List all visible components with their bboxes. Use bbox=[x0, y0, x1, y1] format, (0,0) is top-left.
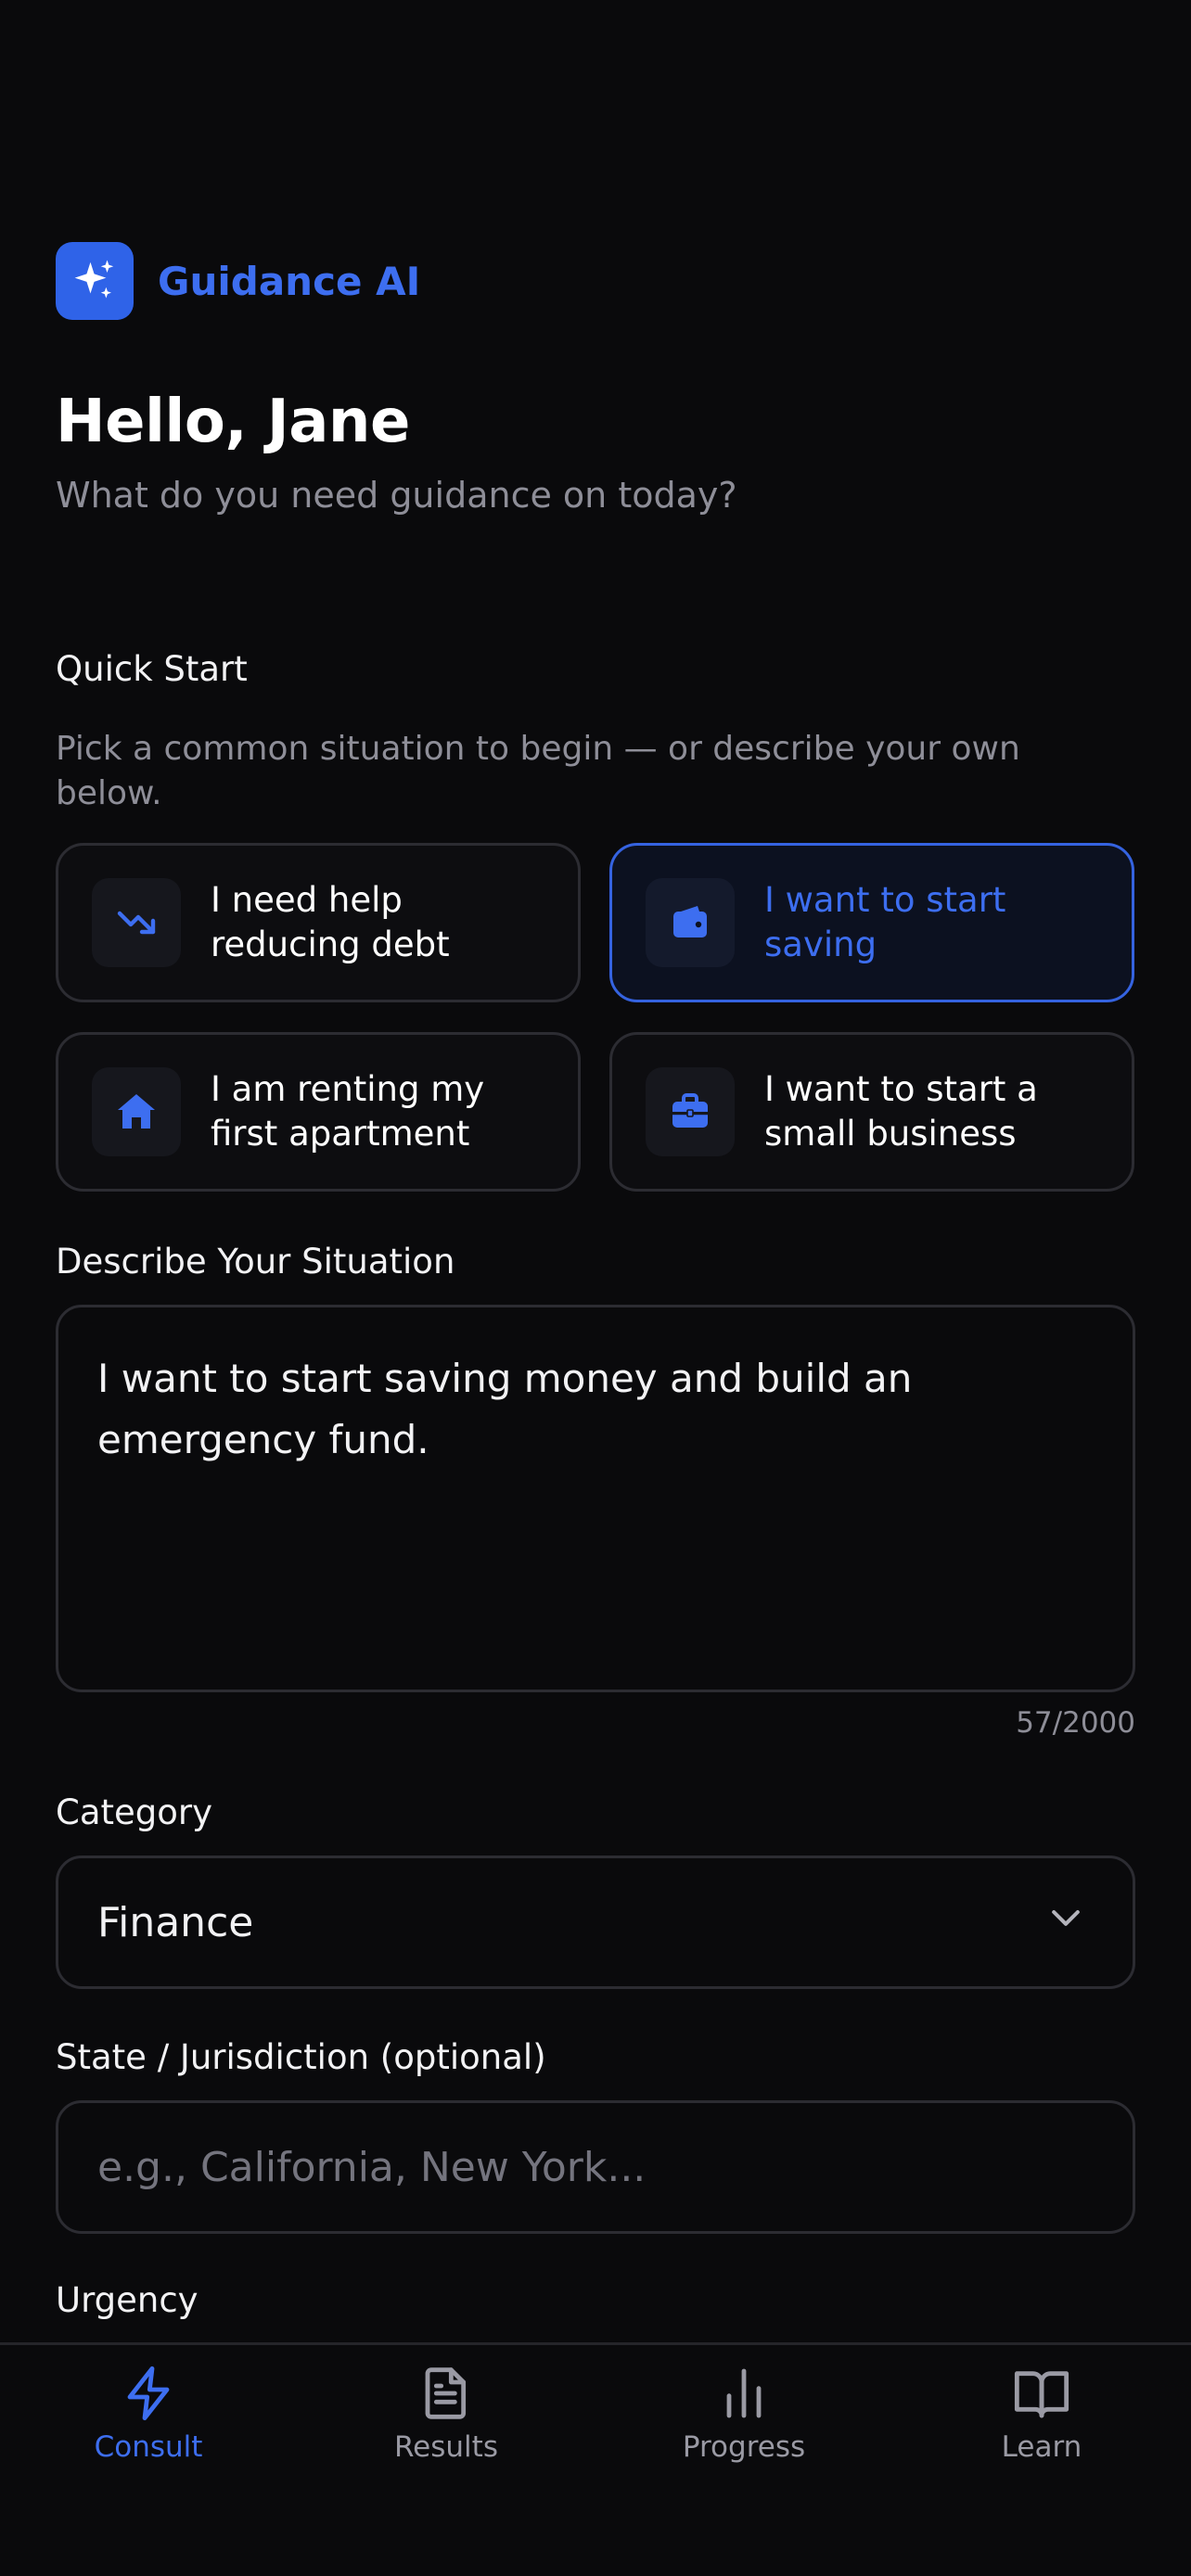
lightning-icon bbox=[127, 2366, 170, 2421]
nav-item-results[interactable]: Results bbox=[335, 2364, 557, 2464]
quick-start-help: Pick a common situation to begin — or de… bbox=[56, 730, 1020, 812]
document-icon bbox=[425, 2367, 467, 2419]
category-select[interactable]: Finance bbox=[56, 1855, 1135, 1989]
situation-textarea[interactable]: I want to start saving money and build a… bbox=[56, 1305, 1135, 1692]
nav-label: Progress bbox=[682, 2430, 806, 2464]
quick-start-option-label: I am renting my first apartment bbox=[211, 1069, 485, 1154]
quick-start-option-renting[interactable]: I am renting my first apartment bbox=[56, 1032, 581, 1192]
urgency-label: Urgency bbox=[56, 2280, 198, 2320]
briefcase-icon bbox=[646, 1067, 735, 1156]
chevron-down-icon bbox=[1045, 1897, 1086, 1948]
brand-header: Guidance AI bbox=[56, 242, 420, 320]
bottom-nav: Consult Results Progress Learn bbox=[0, 2342, 1191, 2576]
nav-label: Consult bbox=[94, 2430, 203, 2464]
bar-chart-icon bbox=[726, 2368, 762, 2418]
quick-start-option-label: I want to start saving bbox=[764, 880, 1006, 964]
brand-name: Guidance AI bbox=[158, 258, 421, 304]
quick-start-option-label: I want to start a small business bbox=[764, 1069, 1038, 1154]
situation-label: Describe Your Situation bbox=[56, 1242, 455, 1282]
trending-down-icon bbox=[92, 878, 181, 967]
quick-start-option-saving[interactable]: I want to start saving bbox=[609, 843, 1134, 1002]
home-icon bbox=[92, 1067, 181, 1156]
category-selected-value: Finance bbox=[97, 1898, 254, 1946]
sparkles-icon bbox=[56, 242, 134, 320]
nav-item-consult[interactable]: Consult bbox=[37, 2364, 260, 2464]
quick-start-label: Quick Start bbox=[56, 649, 248, 689]
quick-start-option-business[interactable]: I want to start a small business bbox=[609, 1032, 1134, 1192]
greeting-title: Hello, Jane bbox=[56, 388, 410, 456]
consult-screen: Guidance AI Hello, Jane What do you need… bbox=[0, 0, 1191, 2576]
jurisdiction-label: State / Jurisdiction (optional) bbox=[56, 2037, 546, 2077]
wallet-icon bbox=[646, 878, 735, 967]
jurisdiction-input[interactable] bbox=[97, 2143, 1133, 2191]
character-count: 57/2000 bbox=[1016, 1706, 1135, 1740]
category-label: Category bbox=[56, 1792, 213, 1832]
book-icon bbox=[1014, 2371, 1069, 2418]
nav-label: Results bbox=[394, 2430, 498, 2464]
nav-item-learn[interactable]: Learn bbox=[930, 2364, 1153, 2464]
nav-item-progress[interactable]: Progress bbox=[633, 2364, 855, 2464]
greeting-subtitle: What do you need guidance on today? bbox=[56, 475, 737, 516]
nav-label: Learn bbox=[1001, 2430, 1082, 2464]
jurisdiction-field bbox=[56, 2100, 1135, 2234]
quick-start-option-label: I need help reducing debt bbox=[211, 880, 450, 964]
quick-start-option-debt[interactable]: I need help reducing debt bbox=[56, 843, 581, 1002]
